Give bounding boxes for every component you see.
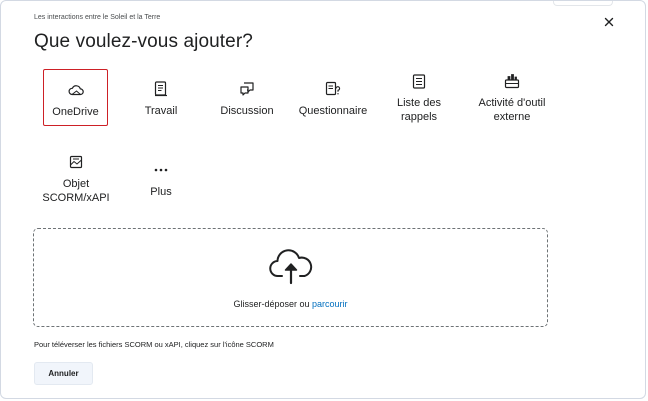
quiz-icon	[297, 81, 369, 97]
tile-scorm-label-1: Objet	[62, 178, 90, 190]
file-dropzone[interactable]: Glisser-déposer ou parcourir	[33, 228, 548, 327]
tile-checklist[interactable]: Liste des rappels	[391, 69, 447, 126]
dropzone-text: Glisser-déposer ou parcourir	[34, 299, 547, 309]
tile-discussion[interactable]: Discussion	[216, 69, 278, 126]
scorm-package-icon	[39, 154, 113, 170]
assignment-icon	[131, 81, 191, 97]
cloud-upload-icon	[269, 249, 313, 290]
tile-travail-label: Travail	[144, 105, 178, 117]
tile-external-tool-label-1: Activité d'outil	[478, 97, 546, 109]
tile-scorm[interactable]: Objet SCORM/xAPI	[39, 151, 113, 209]
dropzone-instruction: Glisser-déposer ou	[233, 299, 313, 309]
tile-discussion-label: Discussion	[220, 105, 274, 117]
tile-scorm-label-2: SCORM/xAPI	[42, 192, 110, 204]
tile-questionnaire[interactable]: Questionnaire	[297, 69, 369, 126]
tile-checklist-label-1: Liste des	[396, 97, 442, 109]
close-icon	[604, 17, 614, 27]
close-button[interactable]	[601, 14, 617, 30]
external-tool-icon	[466, 73, 558, 89]
tile-more-label: Plus	[150, 186, 172, 198]
breadcrumb: Les interactions entre le Soleil et la T…	[34, 14, 161, 21]
tile-questionnaire-label: Questionnaire	[298, 105, 368, 117]
cloud-icon	[44, 82, 107, 98]
tile-checklist-label-2: rappels	[400, 111, 438, 123]
tile-onedrive[interactable]: OneDrive	[43, 69, 108, 126]
checklist-icon	[391, 73, 447, 89]
tile-external-tool[interactable]: Activité d'outil externe	[466, 69, 558, 126]
browse-link[interactable]: parcourir	[312, 299, 348, 309]
tile-onedrive-label: OneDrive	[52, 106, 99, 118]
add-content-dialog: Les interactions entre le Soleil et la T…	[0, 0, 646, 399]
tile-external-tool-label-2: externe	[493, 111, 531, 123]
more-dots-icon	[139, 162, 183, 178]
tile-travail[interactable]: Travail	[131, 69, 191, 126]
scorm-hint-text: Pour téléverser les fichiers SCORM ou xA…	[34, 340, 274, 349]
top-tab-edge	[553, 1, 613, 6]
dialog-title: Que voulez-vous ajouter?	[34, 31, 253, 52]
cancel-button[interactable]: Annuler	[34, 362, 93, 385]
discussion-icon	[216, 81, 278, 97]
tile-more[interactable]: Plus	[139, 158, 183, 202]
